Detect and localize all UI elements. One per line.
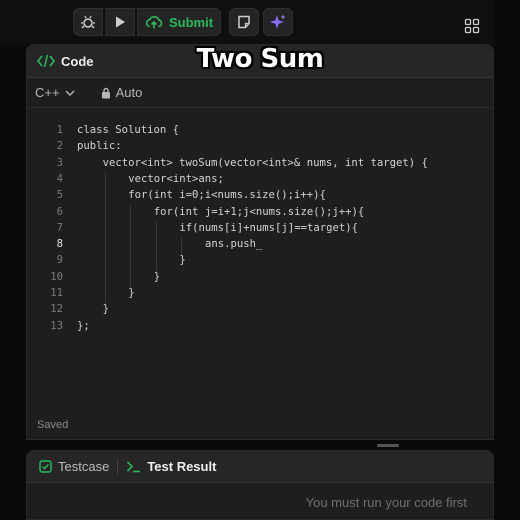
code-text: } (128, 287, 135, 299)
line-number: 9 (56, 254, 63, 267)
indent-guide (104, 172, 106, 304)
code-text: public: (77, 140, 122, 153)
save-status: Saved (37, 419, 69, 431)
play-icon (115, 16, 125, 28)
code-text: for(int j=i+1;j<nums.size();j++){ (153, 205, 365, 218)
line-number: 3 (56, 156, 63, 169)
code-line[interactable]: 6 for(int j=i+1;j<nums.size();j++){ (27, 204, 493, 220)
line-number: 11 (50, 287, 63, 299)
line-number: 12 (50, 303, 63, 316)
code-line[interactable]: 11} (27, 285, 493, 301)
cloud-upload-icon (145, 16, 163, 29)
layout-toggle[interactable] (464, 12, 480, 40)
code-text: for(int i=0;i<nums.size();i++){ (128, 189, 326, 202)
code-text: ans.push_ (205, 238, 263, 251)
code-line[interactable]: 10} (27, 269, 493, 285)
indent-guide (155, 221, 157, 271)
tab-testcase-label: Testcase (58, 459, 110, 474)
line-number: 13 (50, 319, 63, 332)
code-line[interactable]: 5 for(int i=0;i<nums.size();i++){ (27, 187, 493, 203)
line-number: 1 (56, 124, 63, 136)
notes-icon (238, 15, 250, 29)
tab-testcase[interactable]: Testcase (39, 459, 109, 474)
result-tabs: Testcase Test Result (27, 451, 493, 483)
result-panel: Testcase Test Result You must run your c… (26, 450, 494, 520)
code-text: class Solution { (77, 124, 180, 136)
code-text: } (179, 254, 186, 267)
ai-assist-button[interactable] (263, 8, 293, 36)
submit-label: Submit (168, 14, 214, 30)
run-button[interactable] (105, 8, 135, 36)
result-message: You must run your code first (305, 495, 467, 510)
line-number: 7 (56, 221, 63, 234)
submit-button[interactable]: Submit (137, 8, 221, 36)
panel-resize-handle[interactable] (377, 444, 399, 447)
line-number: 2 (56, 140, 63, 153)
line-number: 10 (50, 270, 63, 283)
code-line[interactable]: 4 vector<int>ans; (27, 171, 493, 187)
code-line[interactable]: 12} (27, 301, 493, 317)
code-panel: Code C++ Auto 1 class Solution {2 public: 3… (26, 44, 494, 440)
auto-mode-label: Auto (115, 85, 143, 100)
code-line[interactable]: 2 public: (27, 138, 493, 154)
toolbar-actions: Submit (73, 8, 293, 36)
code-text: } (102, 303, 109, 316)
code-text: }; (77, 319, 90, 332)
terminal-icon (127, 461, 141, 473)
chevron-down-icon (65, 90, 75, 96)
right-edge-shadow (494, 0, 520, 520)
line-number: 6 (56, 205, 63, 218)
code-line[interactable]: 3 vector<int> twoSum(vector<int>& nums, i… (27, 155, 493, 171)
code-text: vector<int> twoSum(vector<int>& nums, in… (102, 156, 428, 169)
code-line[interactable]: 9} (27, 252, 493, 268)
layout-grid-icon (464, 18, 480, 34)
code-text: if(nums[i]+nums[j]==target){ (179, 221, 358, 234)
notes-button[interactable] (229, 8, 259, 36)
language-select[interactable]: C++ (35, 85, 75, 100)
line-number: 5 (56, 189, 63, 202)
tab-test-result[interactable]: Test Result (126, 459, 216, 474)
indent-guide (181, 238, 183, 255)
top-toolbar: Submit (0, 0, 520, 44)
tab-test-result-label: Test Result (147, 459, 217, 474)
line-number: 8 (56, 238, 63, 251)
code-line[interactable]: 7 if(nums[i]+nums[j]==target){ (27, 220, 493, 236)
code-editor[interactable]: 1 class Solution { 2 public: 3 vector<int> tw… (27, 113, 493, 403)
editor-options-bar: C++ Auto (27, 78, 493, 108)
code-line[interactable]: 8 ans.push_ (27, 236, 493, 252)
line-number: 4 (56, 172, 63, 185)
code-text: vector<int>ans; (128, 172, 224, 185)
auto-mode-toggle[interactable]: Auto (101, 85, 143, 100)
tab-divider (117, 459, 119, 474)
language-label: C++ (35, 85, 60, 100)
indent-guide (130, 205, 132, 287)
code-line[interactable]: 1 class Solution { (27, 122, 493, 138)
debug-button[interactable] (73, 8, 103, 36)
debug-icon (81, 15, 95, 29)
sparkle-icon (270, 14, 286, 29)
code-line[interactable]: 13}; (27, 318, 493, 334)
code-text: } (153, 270, 161, 283)
video-overlay-title: Two Sum (196, 44, 324, 74)
checkbox-icon (39, 460, 52, 473)
lock-icon (101, 87, 110, 98)
